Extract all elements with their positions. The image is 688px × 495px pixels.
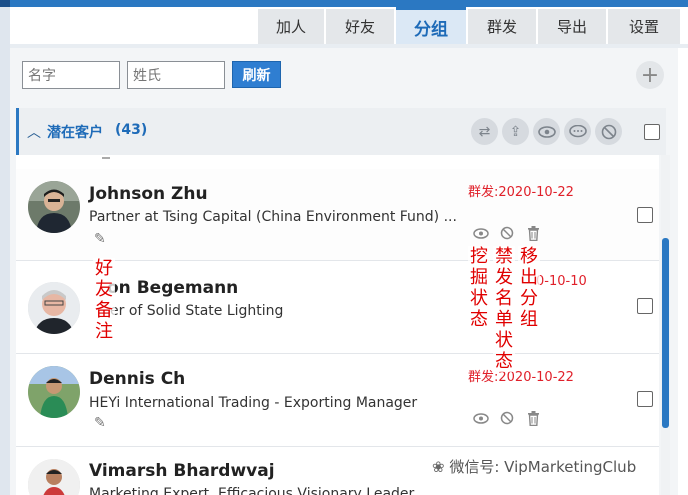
eye-icon[interactable] xyxy=(471,408,491,428)
eye-icon[interactable] xyxy=(471,223,491,243)
list-item[interactable]: Dennis Ch HEYi International Trading - E… xyxy=(16,355,659,447)
avatar xyxy=(28,459,80,495)
last-broadcast-date: 群发:2020-10-22 xyxy=(468,370,574,385)
scrollbar-thumb[interactable] xyxy=(662,238,669,428)
row-select-checkbox[interactable] xyxy=(637,391,653,407)
tab-broadcast[interactable]: 群发 xyxy=(468,9,536,44)
group-name: 潜在客户 xyxy=(47,125,103,141)
avatar xyxy=(28,282,80,334)
contact-title: Partner at Tsing Capital (China Environm… xyxy=(89,209,457,225)
contact-name[interactable]: Johnson Zhu xyxy=(89,184,208,204)
last-broadcast-date: 群发:2020-10-22 xyxy=(468,185,574,200)
wechat-icon: ❀ xyxy=(432,458,450,476)
contact-name[interactable]: on Begemann xyxy=(107,278,238,298)
upload-icon[interactable]: ⇪ xyxy=(502,118,529,145)
list-item[interactable]: Johnson Zhu Partner at Tsing Capital (Ch… xyxy=(16,169,659,261)
group-select-checkbox[interactable] xyxy=(644,124,660,140)
avatar xyxy=(28,366,80,418)
contact-title: Marketing Expert, Efficacious Visionary … xyxy=(89,486,415,495)
block-icon[interactable] xyxy=(595,118,622,145)
window-top-strip xyxy=(0,0,688,7)
edit-note-icon[interactable]: ✎ xyxy=(94,231,106,247)
annotation-blacklist-status: 禁发名单状态 xyxy=(493,246,515,372)
window-top-blip xyxy=(0,0,10,7)
list-top-fragment xyxy=(102,155,110,159)
row-select-checkbox[interactable] xyxy=(637,207,653,223)
row-actions xyxy=(471,223,543,243)
collapse-chevron-icon[interactable]: ︿ xyxy=(27,122,41,142)
first-name-input[interactable] xyxy=(22,61,120,89)
annotation-remove-group: 移出分组 xyxy=(518,246,540,330)
annotation-friend-note: 好友备注 xyxy=(93,258,115,342)
watermark-text: 微信号: VipMarketingClub xyxy=(449,458,637,476)
contact-title: er of Solid State Lighting xyxy=(110,303,284,319)
last-broadcast-date: 0-10-10 xyxy=(536,274,587,289)
tab-groups[interactable]: 分组 xyxy=(396,7,466,44)
group-header[interactable]: ︿ 潜在客户 (43) ⇄ ⇪ xyxy=(16,108,666,155)
trash-icon[interactable] xyxy=(523,408,543,428)
row-actions xyxy=(471,408,543,428)
contact-title: HEYi International Trading - Exporting M… xyxy=(89,395,418,411)
block-icon[interactable] xyxy=(497,223,517,243)
contact-name[interactable]: Dennis Ch xyxy=(89,369,185,389)
group-count: (43) xyxy=(115,122,148,138)
avatar xyxy=(28,181,80,233)
list-scrollbar[interactable] xyxy=(661,155,670,495)
refresh-button[interactable]: 刷新 xyxy=(232,61,281,88)
edit-note-icon[interactable]: ✎ xyxy=(94,415,106,431)
annotation-mine-status: 挖掘状态 xyxy=(468,246,490,330)
wechat-watermark: ❀ 微信号: VipMarketingClub xyxy=(432,456,636,477)
window-left-frame xyxy=(0,7,10,495)
row-select-checkbox[interactable] xyxy=(637,298,653,314)
chat-icon[interactable] xyxy=(564,118,591,145)
contact-name[interactable]: Vimarsh Bhardwvaj xyxy=(89,461,275,481)
tab-bar: 加人 好友 分组 群发 导出 设置 xyxy=(258,7,680,44)
eye-icon[interactable] xyxy=(533,118,560,145)
tab-export[interactable]: 导出 xyxy=(538,9,606,44)
add-group-button[interactable]: + xyxy=(636,61,664,89)
trash-icon[interactable] xyxy=(523,223,543,243)
tab-settings[interactable]: 设置 xyxy=(608,9,680,44)
tab-friends[interactable]: 好友 xyxy=(326,9,394,44)
last-name-input[interactable] xyxy=(127,61,225,89)
block-icon[interactable] xyxy=(497,408,517,428)
tab-add[interactable]: 加人 xyxy=(258,9,324,44)
swap-icon[interactable]: ⇄ xyxy=(471,118,498,145)
